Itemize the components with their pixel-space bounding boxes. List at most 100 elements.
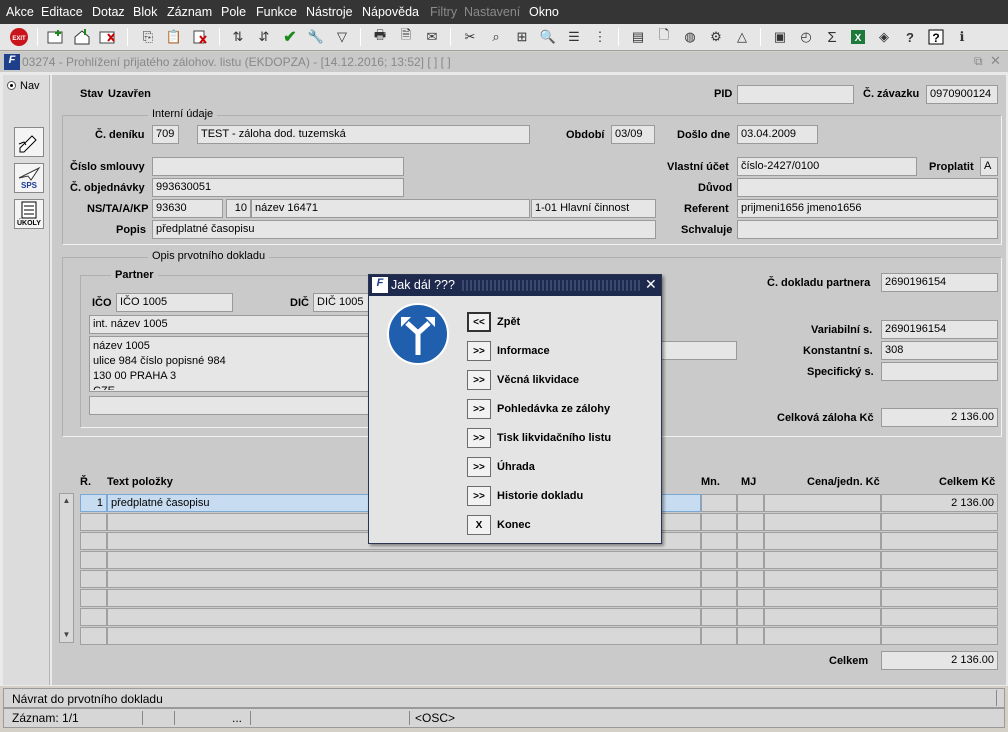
objednavka-field[interactable]: 993630051 xyxy=(152,178,404,197)
konstantni-field[interactable]: 308 xyxy=(881,341,998,360)
find-icon[interactable]: ⌕ xyxy=(486,27,506,47)
nav-radio[interactable] xyxy=(7,81,16,90)
menu-zaznam[interactable]: Záznam xyxy=(167,5,212,19)
vlastni-ucet-field[interactable]: číslo-2427/0100 xyxy=(737,157,917,176)
menu-akce[interactable]: Akce xyxy=(6,5,34,19)
dialog-close-icon[interactable]: ✕ xyxy=(645,276,657,293)
empty-cell[interactable] xyxy=(701,589,737,607)
obdobi-field[interactable]: 03/09 xyxy=(611,125,655,144)
help-icon[interactable]: ? xyxy=(900,27,920,47)
menu-napoveda[interactable]: Nápověda xyxy=(362,5,419,19)
empty-cell[interactable] xyxy=(80,627,107,645)
mail-icon[interactable]: ✉ xyxy=(422,27,442,47)
tree-icon[interactable]: ⋮ xyxy=(590,27,610,47)
duvod-field[interactable] xyxy=(737,178,998,197)
clock-icon[interactable]: ◴ xyxy=(796,27,816,47)
total-field[interactable]: 2 136.00 xyxy=(881,651,998,670)
row-cena-cell[interactable] xyxy=(764,494,881,512)
paste-icon[interactable]: 📋 xyxy=(164,27,184,47)
print-icon[interactable]: 🖶 xyxy=(370,27,390,47)
row-r-cell[interactable]: 1 xyxy=(80,494,107,512)
specificky-field[interactable] xyxy=(881,362,998,381)
menu-okno[interactable]: Okno xyxy=(529,5,559,19)
menu-nastroje[interactable]: Nástroje xyxy=(306,5,353,19)
empty-cell[interactable] xyxy=(80,608,107,626)
int-nazev-field[interactable]: int. název 1005 xyxy=(89,315,373,334)
empty-cell[interactable] xyxy=(80,570,107,588)
globe-icon[interactable]: ◍ xyxy=(680,27,700,47)
dialog-action-button[interactable]: >> xyxy=(467,370,491,390)
empty-cell[interactable] xyxy=(764,513,881,531)
sort-asc-icon[interactable]: ⇅ xyxy=(228,27,248,47)
address-field[interactable]: název 1005 ulice 984 číslo popisné 984 1… xyxy=(89,336,373,392)
search-icon[interactable]: 🔍 xyxy=(538,27,558,47)
menu-funkce[interactable]: Funkce xyxy=(256,5,297,19)
print-preview-icon[interactable]: 🗎 xyxy=(396,27,416,47)
empty-cell[interactable] xyxy=(701,513,737,531)
doklad-partnera-field[interactable]: 2690196154 xyxy=(881,273,998,292)
doslo-field[interactable]: 03.04.2009 xyxy=(737,125,818,144)
empty-cell[interactable] xyxy=(764,570,881,588)
restore-icon[interactable]: ⧉ xyxy=(974,54,983,69)
menu-blok[interactable]: Blok xyxy=(133,5,157,19)
list-icon[interactable]: ☰ xyxy=(564,27,584,47)
dic-field[interactable]: DIČ 1005 xyxy=(313,293,373,312)
denik-code-field[interactable]: 709 xyxy=(152,125,179,144)
empty-cell[interactable] xyxy=(737,570,764,588)
delete-record-icon[interactable] xyxy=(98,27,118,47)
row-celkem-cell[interactable]: 2 136.00 xyxy=(881,494,998,512)
partner-extra-field[interactable] xyxy=(89,396,373,415)
empty-cell[interactable] xyxy=(107,608,701,626)
save-icon[interactable] xyxy=(72,27,92,47)
excel-icon[interactable]: X xyxy=(848,27,868,47)
empty-cell[interactable] xyxy=(737,513,764,531)
scroll-up-icon[interactable]: ▲ xyxy=(60,494,73,508)
dialog-action-button[interactable]: >> xyxy=(467,428,491,448)
ukoly-icon[interactable]: ÚKOLY xyxy=(14,199,44,229)
info-icon[interactable]: ℹ xyxy=(952,27,972,47)
celkova-zaloha-field[interactable]: 2 136.00 xyxy=(881,408,998,427)
empty-cell[interactable] xyxy=(80,513,107,531)
empty-cell[interactable] xyxy=(701,532,737,550)
menu-editace[interactable]: Editace xyxy=(41,5,83,19)
hidden-field[interactable] xyxy=(660,341,737,360)
dialog-action-button[interactable]: << xyxy=(467,312,491,332)
wrench-icon[interactable]: 🔧 xyxy=(306,27,326,47)
dialog-action-button[interactable]: >> xyxy=(467,341,491,361)
empty-cell[interactable] xyxy=(737,608,764,626)
empty-cell[interactable] xyxy=(764,608,881,626)
empty-cell[interactable] xyxy=(881,627,998,645)
scroll-down-icon[interactable]: ▼ xyxy=(60,628,73,642)
a-field[interactable]: název 16471 xyxy=(251,199,530,218)
row-mn-cell[interactable] xyxy=(701,494,737,512)
empty-cell[interactable] xyxy=(737,589,764,607)
empty-cell[interactable] xyxy=(701,551,737,569)
gear-icon[interactable]: ⚙ xyxy=(706,27,726,47)
empty-cell[interactable] xyxy=(764,589,881,607)
smlouva-field[interactable] xyxy=(152,157,404,176)
empty-cell[interactable] xyxy=(881,513,998,531)
empty-cell[interactable] xyxy=(107,551,701,569)
popis-field[interactable]: předplatné časopisu xyxy=(152,220,656,239)
menu-pole[interactable]: Pole xyxy=(221,5,246,19)
pid-field[interactable] xyxy=(737,85,854,104)
schvaluje-field[interactable] xyxy=(737,220,998,239)
empty-cell[interactable] xyxy=(881,551,998,569)
empty-cell[interactable] xyxy=(701,608,737,626)
new-record-icon[interactable] xyxy=(46,27,66,47)
empty-cell[interactable] xyxy=(881,570,998,588)
empty-cell[interactable] xyxy=(764,532,881,550)
empty-cell[interactable] xyxy=(107,570,701,588)
sort-desc-icon[interactable]: ⇵ xyxy=(254,27,274,47)
dialog-action-button[interactable]: >> xyxy=(467,486,491,506)
empty-cell[interactable] xyxy=(701,627,737,645)
ns-field[interactable]: 93630 xyxy=(152,199,223,218)
empty-cell[interactable] xyxy=(737,532,764,550)
export-icon[interactable]: ◈ xyxy=(874,27,894,47)
menu-dotaz[interactable]: Dotaz xyxy=(92,5,125,19)
network-icon[interactable]: ⊞ xyxy=(512,27,532,47)
dialog-action-button[interactable]: >> xyxy=(467,457,491,477)
filter-icon[interactable]: ▽ xyxy=(332,27,352,47)
cut-icon[interactable]: ✂ xyxy=(460,27,480,47)
denik-text-field[interactable]: TEST - záloha dod. tuzemská xyxy=(197,125,530,144)
